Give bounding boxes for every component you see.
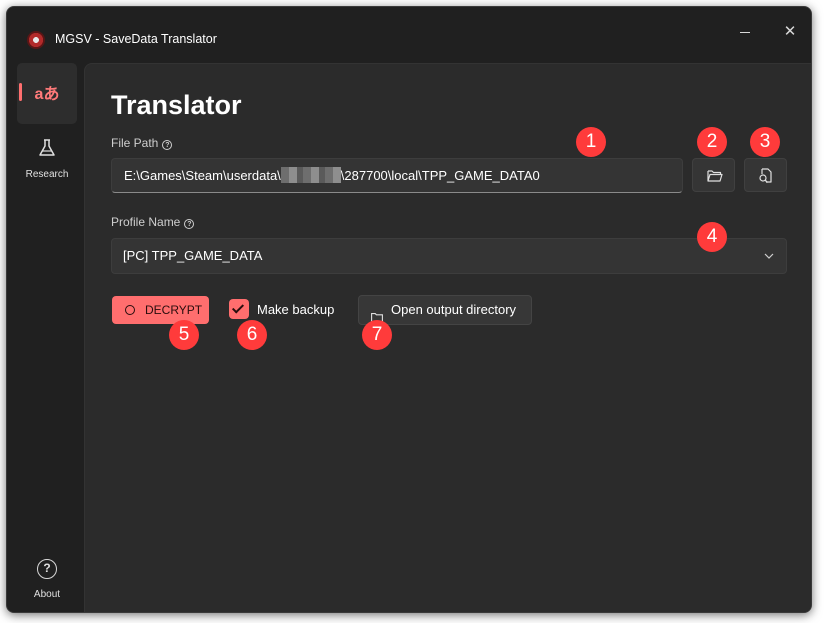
browse-file-button[interactable] <box>692 158 735 192</box>
annotation-badge-3: 3 <box>750 127 780 157</box>
nav-item-about[interactable]: ? About <box>17 556 77 606</box>
translate-icon: aあ <box>34 86 60 103</box>
file-path-value: E:\Games\Steam\userdata\ <box>124 168 281 183</box>
help-icon[interactable]: ? <box>162 140 173 150</box>
open-output-directory-label: Open output directory <box>391 302 517 317</box>
annotation-badge-1: 1 <box>576 127 606 157</box>
folder-open-icon <box>707 170 723 182</box>
search-file-button[interactable] <box>744 158 787 192</box>
decrypt-button[interactable]: DECRYPT <box>112 296 209 324</box>
title-bar: MGSV - SaveData Translator ✕ <box>7 7 811 63</box>
profile-name-label: Profile Name? <box>111 215 195 229</box>
file-path-value-suffix: \287700\local\TPP_GAME_DATA0 <box>340 168 540 183</box>
open-output-directory-button[interactable]: Open output directory <box>358 295 532 325</box>
chevron-down-icon <box>764 239 774 286</box>
nav-item-translator[interactable]: aあ <box>17 63 77 124</box>
file-path-label: File Path? <box>111 136 173 150</box>
profile-selected-value: [PC] TPP_GAME_DATA <box>123 248 263 263</box>
minimize-button[interactable] <box>725 17 765 47</box>
file-search-icon <box>759 168 772 183</box>
checkmark-icon <box>231 301 245 314</box>
help-icon[interactable]: ? <box>184 219 195 229</box>
nav-label-research: Research <box>25 169 69 180</box>
app-logo-icon <box>27 31 45 49</box>
annotation-badge-4: 4 <box>697 222 727 252</box>
redacted-user-id <box>280 167 341 183</box>
annotation-badge-6: 6 <box>237 320 267 350</box>
page-title: Translator <box>111 90 242 120</box>
checkbox-box[interactable] <box>229 299 249 319</box>
nav-label-about: About <box>33 589 61 600</box>
app-window: MGSV - SaveData Translator ✕ aあ Research… <box>6 6 812 613</box>
profile-name-label-text: Profile Name <box>111 215 181 229</box>
annotation-badge-7: 7 <box>362 320 392 350</box>
annotation-badge-5: 5 <box>169 320 199 350</box>
file-path-input[interactable]: E:\Games\Steam\userdata\ \287700\local\TP… <box>111 158 683 193</box>
close-button[interactable]: ✕ <box>770 17 810 47</box>
flask-icon <box>17 137 77 162</box>
annotation-badge-2: 2 <box>697 127 727 157</box>
nav-item-research[interactable]: Research <box>17 135 77 191</box>
make-backup-label: Make backup <box>257 302 335 317</box>
window-title: MGSV - SaveData Translator <box>55 32 217 46</box>
decrypt-button-label: DECRYPT <box>145 303 203 317</box>
profile-name-select[interactable]: [PC] TPP_GAME_DATA <box>111 238 787 274</box>
file-path-label-text: File Path <box>111 136 159 150</box>
help-circle-icon: ? <box>37 559 57 579</box>
decrypt-icon <box>125 305 135 315</box>
